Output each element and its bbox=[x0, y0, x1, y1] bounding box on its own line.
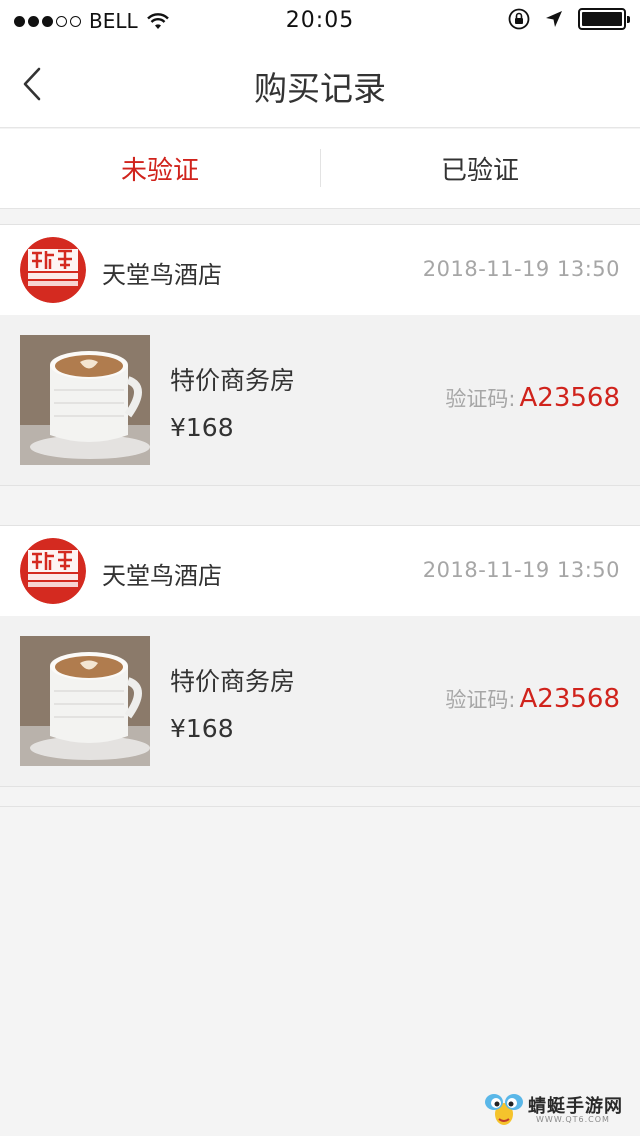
order-card[interactable]: 天堂鸟酒店 2018-11-19 13:50 特价商务房 ¥168 验证码: A… bbox=[0, 525, 640, 787]
tab-verified[interactable]: 已验证 bbox=[320, 129, 640, 208]
status-right bbox=[508, 8, 630, 30]
battery-icon bbox=[578, 8, 630, 30]
store-logo bbox=[20, 237, 86, 303]
product-name: 特价商务房 bbox=[170, 667, 296, 696]
verification-code-value: A23568 bbox=[519, 383, 621, 413]
order-card-body: 特价商务房 ¥168 验证码: A23568 bbox=[0, 315, 640, 485]
verification-code-label: 验证码: bbox=[445, 688, 516, 712]
product-image bbox=[20, 636, 150, 766]
watermark-url: WWW.QT6.COM bbox=[536, 1115, 610, 1124]
verification-code-label: 验证码: bbox=[445, 387, 516, 411]
store-name: 天堂鸟酒店 bbox=[102, 562, 222, 590]
product-price: ¥168 bbox=[170, 714, 234, 743]
tab-unverified-label: 未验证 bbox=[120, 156, 199, 186]
tab-verified-label: 已验证 bbox=[440, 156, 519, 186]
orientation-lock-icon bbox=[508, 8, 530, 30]
order-card-header: 天堂鸟酒店 2018-11-19 13:50 bbox=[0, 526, 640, 616]
store-logo bbox=[20, 538, 86, 604]
tab-unverified[interactable]: 未验证 bbox=[0, 129, 320, 208]
verification-code-value: A23568 bbox=[519, 684, 621, 714]
tab-bar: 未验证 已验证 bbox=[0, 129, 640, 209]
status-bar: BELL 20:05 bbox=[0, 0, 640, 40]
list-empty-area bbox=[0, 806, 640, 1136]
dragonfly-logo-icon bbox=[485, 1094, 523, 1125]
order-time: 2018-11-19 13:50 bbox=[422, 257, 620, 281]
verification-code: 验证码: A23568 bbox=[445, 383, 620, 413]
page-title: 购买记录 bbox=[254, 69, 386, 108]
product-price: ¥168 bbox=[170, 413, 234, 442]
watermark: 蜻蜓手游网 WWW.QT6.COM bbox=[482, 1090, 632, 1130]
navigation-bar: 购买记录 bbox=[0, 40, 640, 128]
order-card[interactable]: 天堂鸟酒店 2018-11-19 13:50 特价商务房 ¥168 验证码: A… bbox=[0, 224, 640, 486]
store-name: 天堂鸟酒店 bbox=[102, 261, 222, 289]
order-time: 2018-11-19 13:50 bbox=[422, 558, 620, 582]
purchase-records-screen: BELL 20:05 购买记录 未验证 已验证 天堂鸟酒店 2018-11-19… bbox=[0, 0, 640, 1136]
product-name: 特价商务房 bbox=[170, 366, 296, 395]
location-arrow-icon bbox=[546, 11, 562, 27]
order-card-header: 天堂鸟酒店 2018-11-19 13:50 bbox=[0, 225, 640, 315]
order-card-body: 特价商务房 ¥168 验证码: A23568 bbox=[0, 616, 640, 786]
product-image bbox=[20, 335, 150, 465]
verification-code: 验证码: A23568 bbox=[445, 684, 620, 714]
